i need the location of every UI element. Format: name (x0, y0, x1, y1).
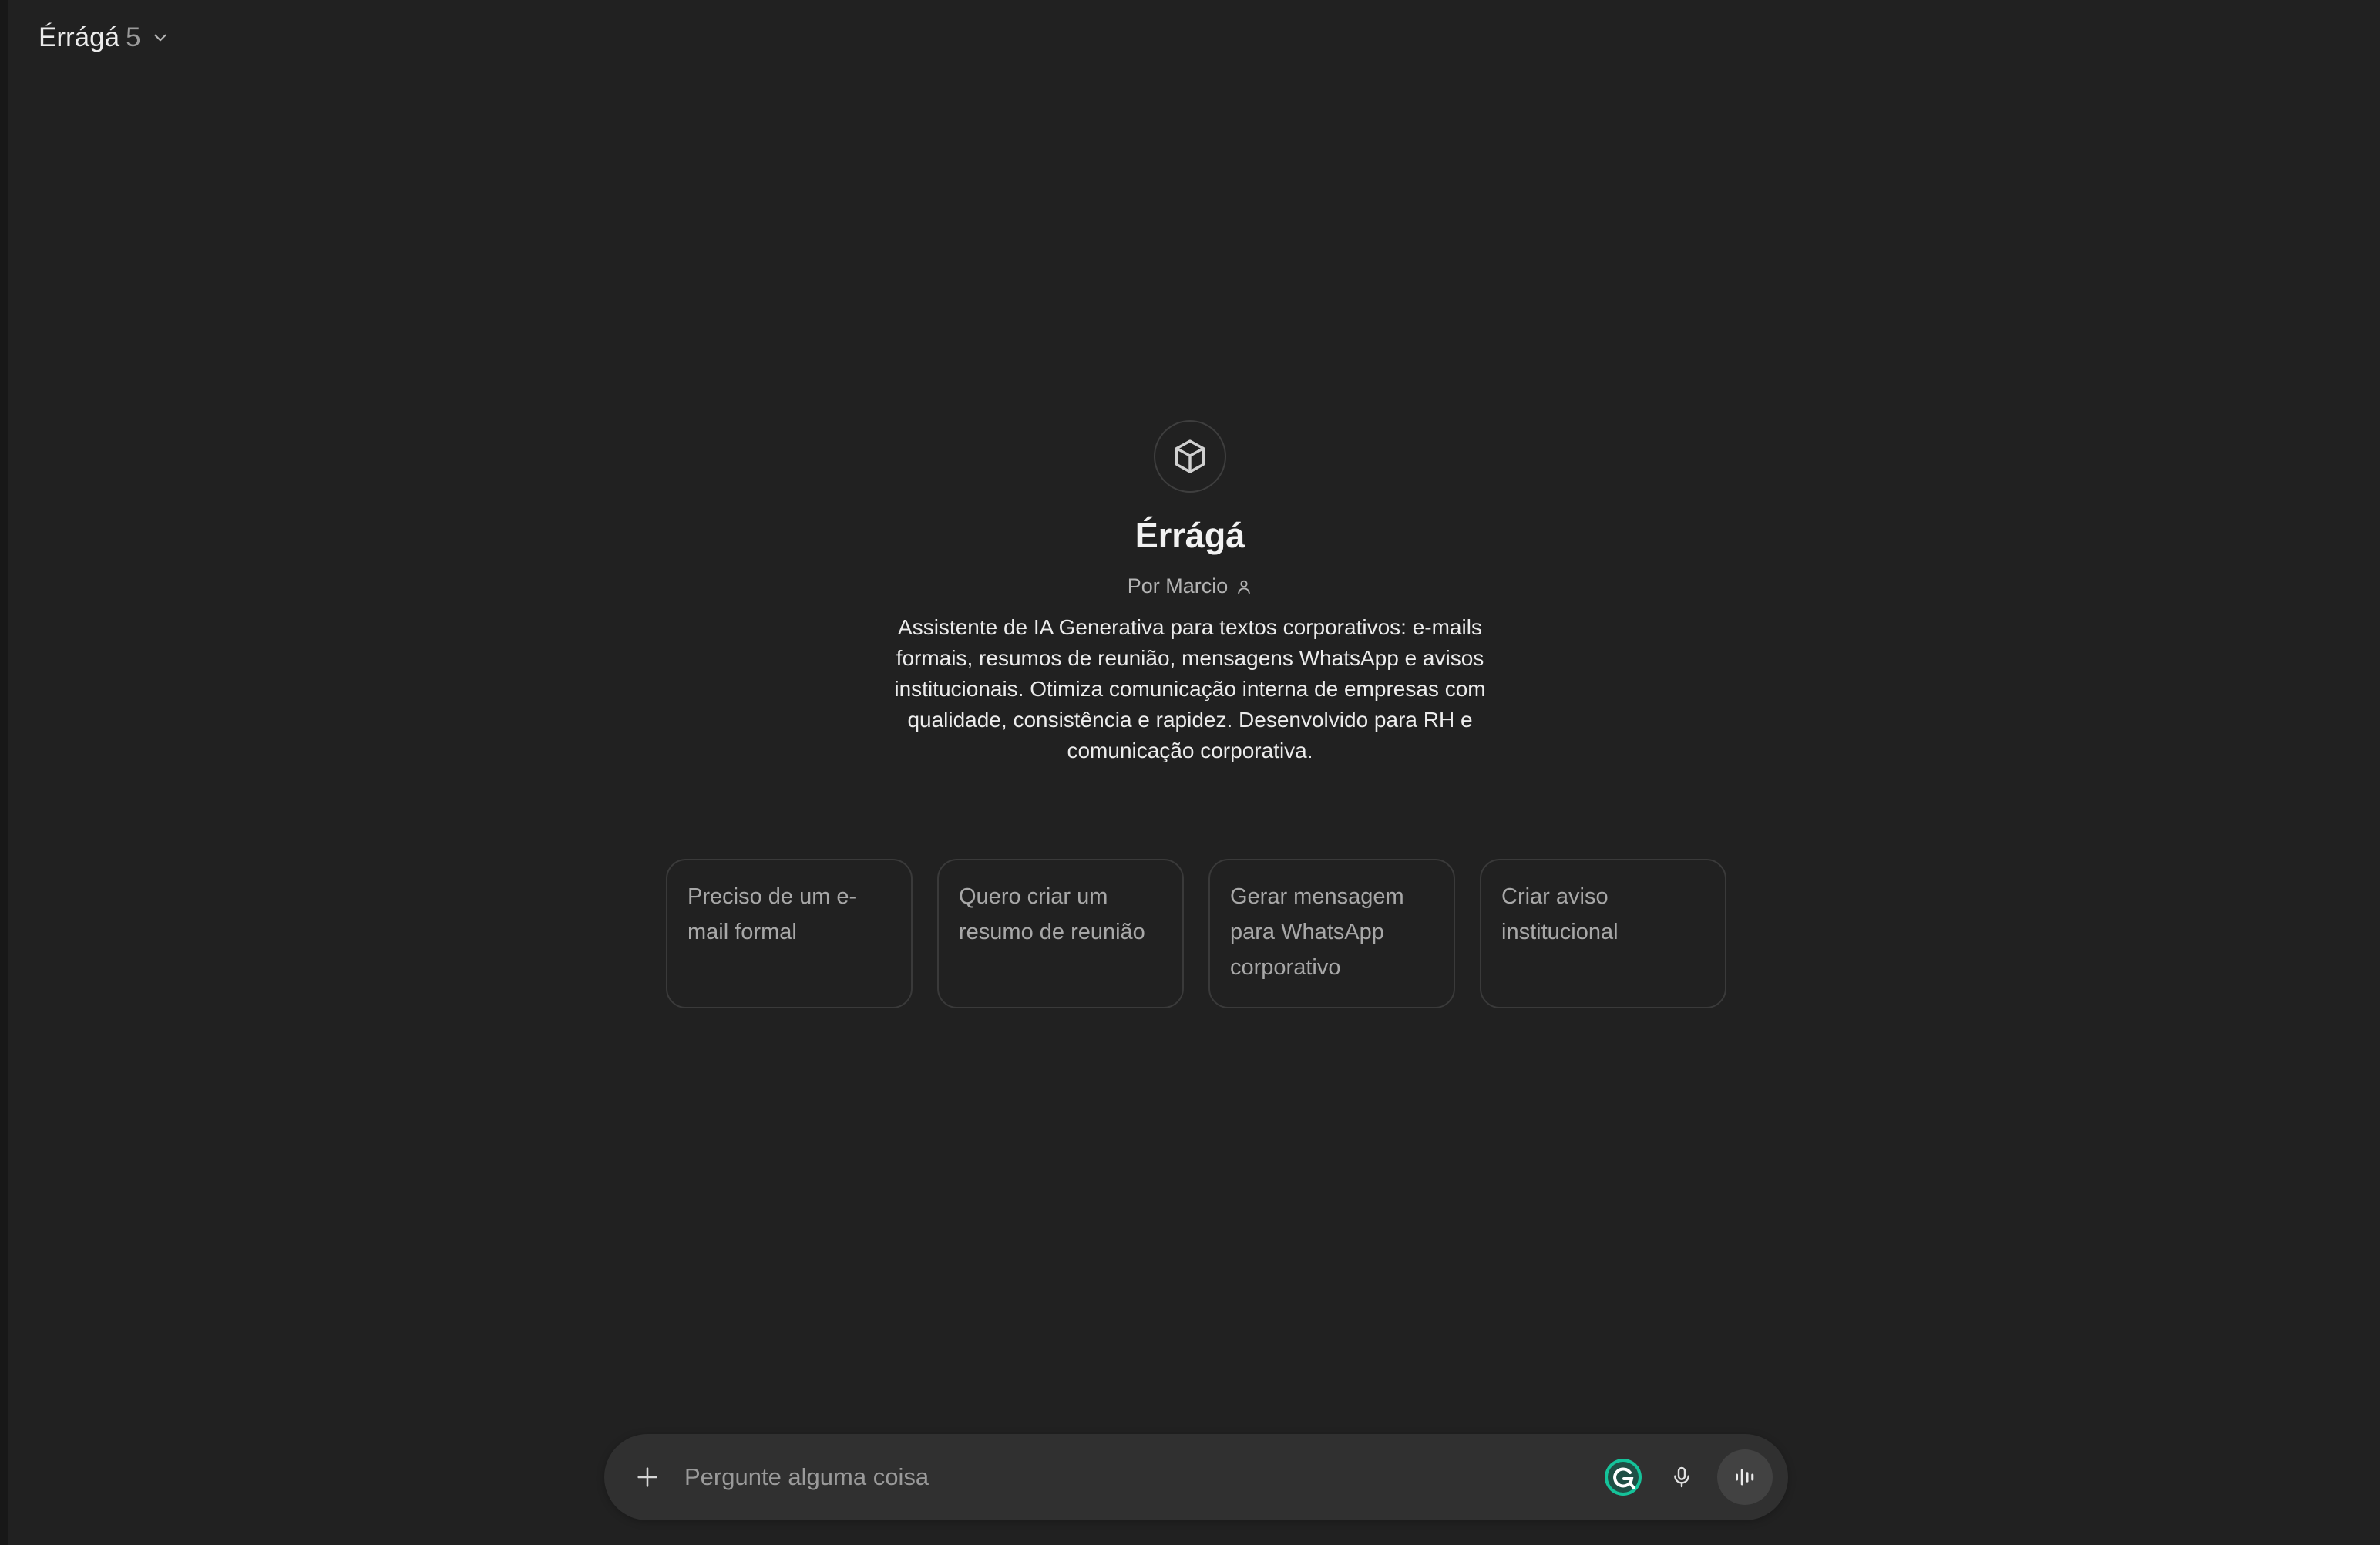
suggestion-card-meeting-summary[interactable]: Quero criar um resumo de reunião (937, 859, 1184, 1008)
gpt-hero: Érrágá Por Marcio Assistente de IA Gener… (0, 420, 2380, 766)
voice-mode-button[interactable] (1717, 1449, 1773, 1505)
gpt-avatar (1154, 420, 1226, 493)
suggestion-cards: Preciso de um e-mail formal Quero criar … (666, 859, 1726, 1008)
gpt-author[interactable]: Por Marcio (1128, 574, 1253, 598)
model-name: Érrágá (39, 22, 120, 52)
model-version: 5 (126, 22, 141, 52)
cube-icon (1175, 439, 1205, 473)
sidebar-edge (0, 0, 8, 1545)
suggestion-card-email[interactable]: Preciso de um e-mail formal (666, 859, 913, 1008)
gpt-title: Érrágá (1135, 516, 1245, 555)
microphone-icon (1674, 1466, 1689, 1488)
prompt-input[interactable] (683, 1463, 1603, 1492)
suggestion-card-notice[interactable]: Criar aviso institucional (1480, 859, 1726, 1008)
suggestion-card-whatsapp[interactable]: Gerar mensagem para WhatsApp corporativo (1208, 859, 1455, 1008)
chevron-down-icon (153, 34, 166, 42)
dictate-button[interactable] (1660, 1456, 1703, 1499)
author-label: Por Marcio (1127, 574, 1229, 597)
model-selector[interactable]: Érrágá 5 (29, 15, 180, 60)
add-attachment-button[interactable] (626, 1456, 669, 1499)
composer (604, 1434, 1788, 1520)
plus-icon (637, 1467, 657, 1487)
app-window: Érrágá 5 Érrágá Por Marcio Assistente de… (0, 0, 2380, 1545)
person-icon (1238, 580, 1251, 594)
gpt-description: Assistente de IA Generativa para textos … (894, 615, 1486, 762)
grammarly-icon[interactable] (1603, 1457, 1643, 1497)
waveform-icon (1736, 1469, 1754, 1486)
